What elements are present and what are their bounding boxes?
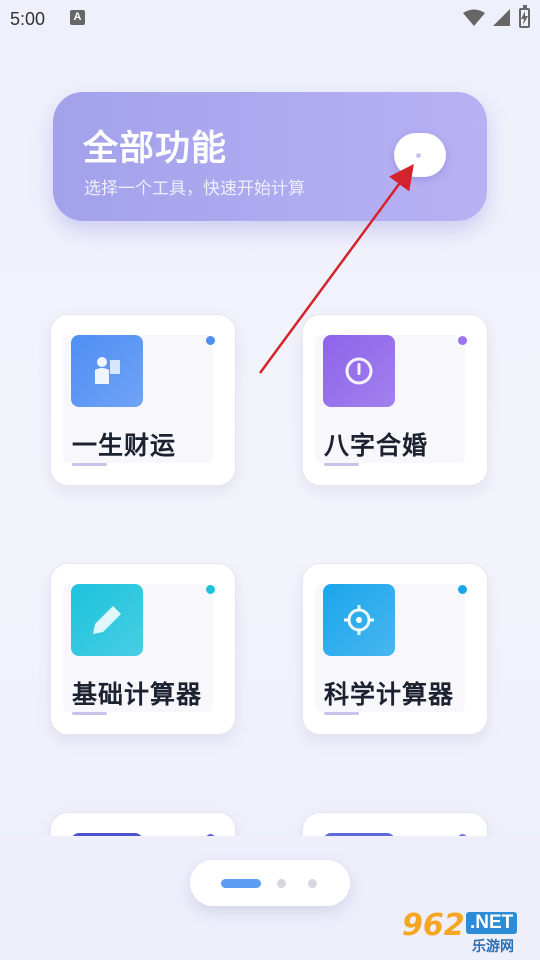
- status-icons: [463, 5, 530, 28]
- person-flag-icon: [71, 335, 143, 407]
- tool-label: 八字合婚: [324, 431, 429, 460]
- watermark-number: 962: [402, 908, 465, 943]
- header-card: 全部功能 选择一个工具，快速开始计算: [53, 92, 487, 221]
- tool-underline: [324, 712, 359, 715]
- page-dot[interactable]: [308, 879, 317, 888]
- tool-card[interactable]: 科学计算器: [302, 563, 488, 735]
- tool-card[interactable]: 基础计算器: [50, 563, 236, 735]
- page-indicator[interactable]: [190, 860, 350, 906]
- tool-label: 科学计算器: [324, 680, 455, 709]
- watermark-net: .NET: [466, 912, 518, 934]
- battery-icon: [519, 5, 530, 28]
- page-dot-active[interactable]: [221, 879, 261, 888]
- target-icon: [323, 584, 395, 656]
- page-subtitle: 选择一个工具，快速开始计算: [84, 179, 305, 199]
- watermark-cn: 乐游网: [472, 939, 514, 955]
- status-dot: [458, 336, 467, 345]
- tool-underline: [324, 463, 359, 466]
- tool-card[interactable]: 一生财运: [50, 314, 236, 486]
- status-dot: [458, 585, 467, 594]
- page-dot[interactable]: [277, 879, 286, 888]
- signal-icon: [493, 9, 510, 26]
- notification-icon: A: [70, 10, 85, 25]
- toggle-icon[interactable]: [394, 133, 446, 177]
- status-bar: 5:00 A: [0, 0, 540, 38]
- pencil-icon: [71, 584, 143, 656]
- status-time: 5:00: [10, 9, 46, 29]
- tool-label: 一生财运: [72, 431, 177, 460]
- tool-label: 基础计算器: [72, 680, 203, 709]
- status-dot: [206, 336, 215, 345]
- tool-underline: [72, 712, 107, 715]
- tool-card[interactable]: 八字合婚: [302, 314, 488, 486]
- wifi-icon: [463, 9, 485, 26]
- tool-underline: [72, 463, 107, 466]
- page-title: 全部功能: [83, 129, 228, 169]
- status-dot: [206, 585, 215, 594]
- power-icon: [323, 335, 395, 407]
- watermark-logo: 962 .NET 乐游网: [398, 906, 534, 955]
